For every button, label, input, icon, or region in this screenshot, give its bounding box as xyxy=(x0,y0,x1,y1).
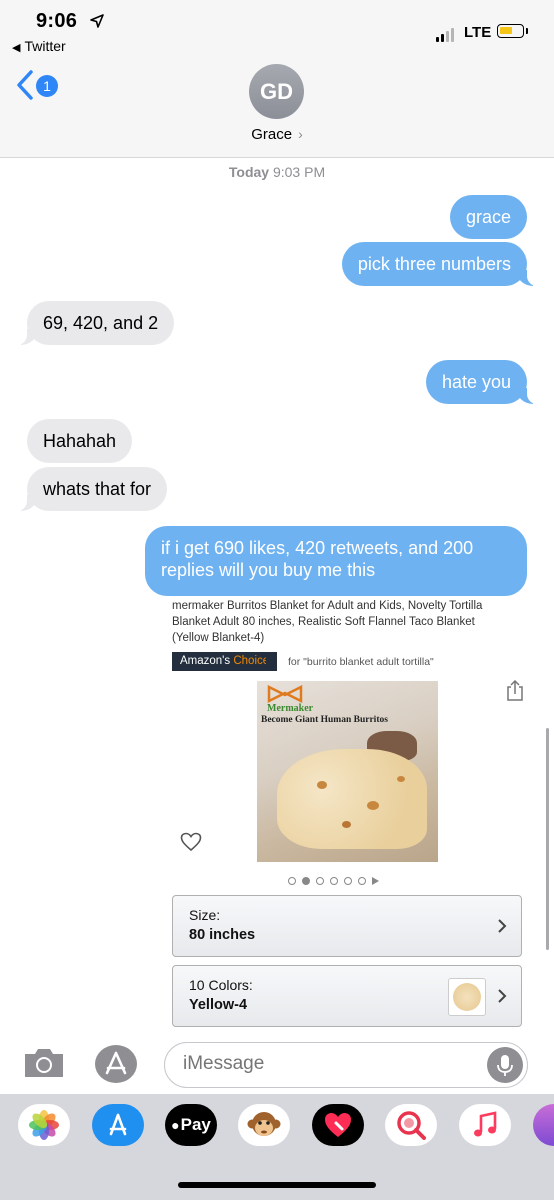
location-arrow-icon xyxy=(90,14,104,28)
sent-message-bubble[interactable]: grace xyxy=(449,195,527,239)
app-store-icon xyxy=(109,1113,127,1136)
badge-highlight: Choice xyxy=(233,655,270,667)
digital-touch-heart-icon xyxy=(325,1113,351,1137)
product-title-line: (Yellow Blanket-4) xyxy=(172,632,265,644)
contact-name: Grace xyxy=(251,126,293,143)
color-swatch-thumbnail xyxy=(448,978,486,1016)
apple-pay-label: Pay xyxy=(180,1115,211,1134)
app-store-icon[interactable] xyxy=(94,1044,138,1084)
carousel-dot-active[interactable] xyxy=(302,877,310,885)
product-image[interactable]: Mermaker Become Giant Human Burritos xyxy=(257,681,438,862)
carousel-indicator[interactable] xyxy=(288,877,379,885)
sent-message-bubble[interactable]: pick three numbers xyxy=(341,242,538,286)
imessage-field[interactable] xyxy=(164,1042,528,1088)
size-selector[interactable]: Size: 80 inches xyxy=(172,895,522,957)
badge-notch xyxy=(266,652,276,671)
apple-logo-icon: ● xyxy=(171,1117,180,1133)
sent-message-bubble[interactable]: hate you xyxy=(425,360,538,404)
chevron-right-icon xyxy=(498,989,507,1003)
blanket-spot xyxy=(317,781,327,789)
brand-name: Mermaker xyxy=(267,703,314,714)
animoji-app-button[interactable] xyxy=(238,1104,290,1146)
carousel-dot[interactable] xyxy=(316,877,324,885)
scroll-indicator[interactable] xyxy=(546,728,549,950)
badge-prefix: Amazon's xyxy=(180,655,231,667)
sent-message-bubble[interactable]: if i get 690 likes, 420 retweets, and 20… xyxy=(145,526,527,596)
music-app-button[interactable] xyxy=(459,1104,511,1146)
contact-avatar[interactable]: GD xyxy=(249,64,304,119)
image-search-icon xyxy=(397,1111,426,1140)
color-selector[interactable]: 10 Colors: Yellow-4 xyxy=(172,965,522,1027)
timestamp-day: Today xyxy=(228,164,270,180)
contact-name-button[interactable]: Grace › xyxy=(0,126,554,143)
app-store-app-button[interactable] xyxy=(92,1104,144,1146)
unread-count-badge[interactable]: 1 xyxy=(36,75,58,97)
battery-nub xyxy=(526,28,528,34)
microphone-button[interactable] xyxy=(487,1047,523,1083)
back-triangle-icon: ◀ xyxy=(12,42,21,54)
blanket-spot xyxy=(367,801,379,810)
animoji-monkey-icon xyxy=(247,1112,281,1136)
chevron-right-icon: › xyxy=(298,126,303,142)
carousel-dot[interactable] xyxy=(330,877,338,885)
photos-app-button[interactable] xyxy=(18,1104,70,1146)
size-value: 80 inches xyxy=(189,927,256,943)
photo-blanket xyxy=(277,749,427,849)
carousel-play-icon[interactable] xyxy=(372,877,379,885)
digital-touch-app-button[interactable] xyxy=(312,1104,364,1146)
brand-tagline: Become Giant Human Burritos xyxy=(261,715,388,725)
wishlist-heart-icon[interactable] xyxy=(180,832,202,852)
message-line: if i get 690 likes, 420 retweets, and 20… xyxy=(161,538,474,558)
size-label: Size: xyxy=(189,907,221,923)
back-to-app-link[interactable]: ◀ Twitter xyxy=(12,38,66,54)
badge-search-term: for "burrito blanket adult tortilla" xyxy=(288,656,434,668)
back-app-label: Twitter xyxy=(24,38,66,54)
share-icon[interactable] xyxy=(506,680,524,702)
message-input[interactable] xyxy=(183,1053,473,1075)
color-value: Yellow-4 xyxy=(189,997,248,1013)
image-search-app-button[interactable] xyxy=(385,1104,437,1146)
battery-icon xyxy=(497,24,524,38)
product-title-line: Blanket Adult 80 inches, Realistic Soft … xyxy=(172,616,475,628)
carousel-dot[interactable] xyxy=(288,877,296,885)
received-message-bubble[interactable]: whats that for xyxy=(16,467,168,511)
status-time: 9:06 xyxy=(36,10,78,32)
microphone-icon xyxy=(497,1055,513,1076)
chevron-right-icon xyxy=(498,919,507,933)
music-icon xyxy=(474,1111,497,1137)
color-label: 10 Colors: xyxy=(189,977,253,993)
message-timestamp: Today 9:03 PM xyxy=(0,164,554,180)
camera-icon[interactable] xyxy=(22,1046,66,1080)
message-line: replies will you buy me this xyxy=(161,560,376,580)
network-type: LTE xyxy=(464,24,492,41)
photos-icon xyxy=(29,1110,59,1140)
signal-strength-icon xyxy=(436,28,454,42)
home-indicator[interactable] xyxy=(178,1182,376,1188)
apple-pay-app-button[interactable]: ● Pay xyxy=(165,1104,217,1146)
received-message-bubble[interactable]: 69, 420, and 2 xyxy=(16,301,175,345)
timestamp-time: 9:03 PM xyxy=(272,164,326,180)
back-chevron-icon[interactable] xyxy=(16,70,34,100)
blanket-spot xyxy=(342,821,351,828)
carousel-dot[interactable] xyxy=(344,877,352,885)
carousel-dot[interactable] xyxy=(358,877,366,885)
amazons-choice-badge: Amazon's Choice xyxy=(172,652,278,671)
brand-logo-icon xyxy=(267,685,303,703)
product-title[interactable]: mermaker Burritos Blanket for Adult and … xyxy=(172,598,512,646)
blanket-spot xyxy=(397,776,405,782)
product-title-line: mermaker Burritos Blanket for Adult and … xyxy=(172,600,483,612)
received-message-bubble[interactable]: Hahahah xyxy=(27,419,133,463)
